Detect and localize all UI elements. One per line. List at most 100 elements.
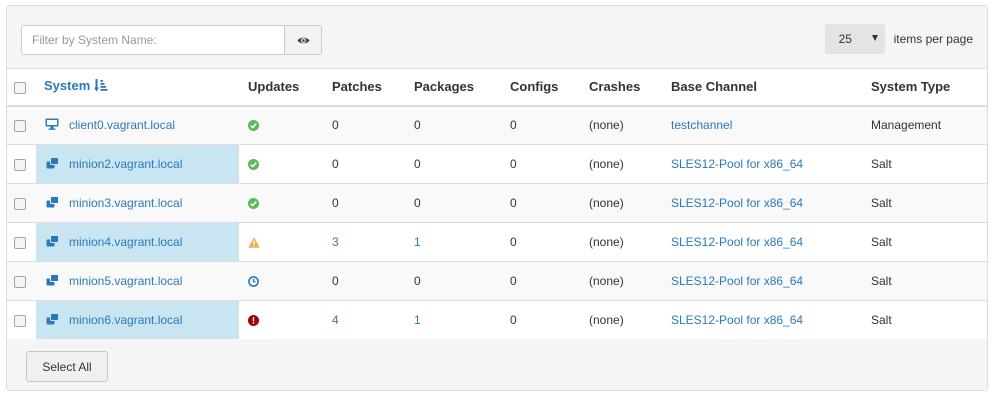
items-per-page: 25 items per page (824, 24, 973, 54)
base-channel-cell: SLES12-Pool for x86_64 (665, 145, 865, 184)
base-channel-link[interactable]: SLES12-Pool for x86_64 (671, 157, 803, 171)
base-channel-link[interactable]: SLES12-Pool for x86_64 (671, 274, 803, 288)
patches-cell: 0 (332, 157, 339, 171)
patches-cell: 3 (323, 223, 406, 262)
table-row: minion3.vagrant.local 0 0 0 (none) SLES1… (7, 183, 987, 223)
row-select-cell (7, 184, 36, 223)
select-all-button[interactable]: Select All (26, 351, 108, 382)
row-checkbox[interactable] (14, 158, 26, 171)
system-name-link[interactable]: client0.vagrant.local (69, 118, 175, 132)
system-type-cell: Salt (871, 235, 892, 249)
system-cell: minion5.vagrant.local (36, 262, 239, 301)
row-select-cell (7, 262, 36, 301)
select-all-rows-checkbox[interactable] (14, 81, 26, 94)
base-channel-cell: testchannel (665, 106, 865, 145)
desktop-icon (36, 118, 69, 133)
crashes-cell: (none) (589, 157, 624, 171)
table-footer: Select All (7, 339, 987, 390)
items-per-page-value: 25 (838, 32, 852, 46)
table-row: minion6.vagrant.local 4 1 0 (none) SLES1… (7, 300, 987, 340)
system-type-cell: Salt (871, 313, 892, 327)
table-row: minion2.vagrant.local 0 0 0 (none) SLES1… (7, 144, 987, 184)
row-checkbox[interactable] (14, 275, 26, 288)
base-channel-link[interactable]: SLES12-Pool for x86_64 (671, 235, 803, 249)
base-channel-cell: SLES12-Pool for x86_64 (665, 223, 865, 262)
system-name-link[interactable]: minion5.vagrant.local (69, 274, 182, 288)
system-cell: minion2.vagrant.local (36, 144, 239, 184)
patches-cell: 0 (332, 196, 339, 210)
row-checkbox[interactable] (14, 314, 26, 327)
system-type-cell: Salt (871, 274, 892, 288)
ok-icon (248, 158, 323, 170)
system-name-link[interactable]: minion4.vagrant.local (69, 235, 182, 249)
column-header-configs: Configs (503, 68, 582, 107)
updates-cell (239, 145, 323, 184)
table-row: minion4.vagrant.local 3 1 0 (none) SLES1… (7, 222, 987, 262)
base-channel-cell: SLES12-Pool for x86_64 (665, 184, 865, 223)
critical-icon (248, 314, 323, 326)
packages-cell: 0 (414, 274, 421, 288)
packages-link[interactable]: 1 (414, 235, 421, 249)
configs-cell: 0 (510, 157, 517, 171)
patches-cell: 4 (323, 301, 406, 340)
filter-toggle-button[interactable] (284, 25, 322, 55)
systems-table: System Updates Patches Packages Configs … (7, 68, 987, 340)
system-type-cell: Salt (871, 196, 892, 210)
crashes-cell: (none) (589, 196, 624, 210)
packages-cell: 1 (406, 223, 503, 262)
ok-icon (248, 197, 323, 209)
row-select-cell (7, 145, 36, 184)
eye-icon (297, 33, 310, 48)
base-channel-link[interactable]: SLES12-Pool for x86_64 (671, 196, 803, 210)
patches-cell: 0 (332, 274, 339, 288)
column-header-crashes: Crashes (582, 68, 665, 107)
updates-cell (239, 223, 323, 262)
column-header-base-channel: Base Channel (665, 68, 865, 107)
configs-cell: 0 (510, 196, 517, 210)
base-channel-link[interactable]: SLES12-Pool for x86_64 (671, 313, 803, 327)
ok-icon (248, 119, 323, 131)
filter-group (21, 25, 322, 55)
salt-minion-icon (36, 195, 69, 211)
salt-minion-icon (36, 273, 69, 289)
row-checkbox[interactable] (14, 120, 26, 133)
system-name-link[interactable]: minion2.vagrant.local (69, 157, 182, 171)
column-header-system-type: System Type (865, 68, 987, 107)
packages-cell: 0 (414, 118, 421, 133)
packages-cell: 0 (414, 157, 421, 171)
row-checkbox[interactable] (14, 236, 26, 249)
system-cell: minion4.vagrant.local (36, 222, 239, 262)
filter-system-name-input[interactable] (21, 25, 284, 55)
patches-cell: 0 (332, 118, 339, 133)
patches-link[interactable]: 4 (332, 313, 339, 327)
toolbar: 25 items per page (7, 6, 987, 68)
items-per-page-select[interactable]: 25 (824, 24, 885, 54)
base-channel-link[interactable]: testchannel (671, 118, 732, 132)
salt-minion-icon (36, 312, 69, 328)
crashes-cell: (none) (589, 235, 624, 249)
crashes-cell: (none) (589, 313, 624, 327)
updates-cell (239, 301, 323, 340)
table-header-row: System Updates Patches Packages Configs … (7, 68, 987, 107)
packages-link[interactable]: 1 (414, 313, 421, 327)
row-select-cell (7, 301, 36, 340)
column-header-packages: Packages (406, 68, 503, 107)
system-name-link[interactable]: minion3.vagrant.local (69, 196, 182, 210)
system-name-link[interactable]: minion6.vagrant.local (69, 313, 182, 327)
patches-link[interactable]: 3 (332, 235, 339, 249)
updates-cell (239, 184, 323, 223)
salt-minion-icon (36, 234, 69, 250)
caret-down-icon (871, 35, 878, 41)
column-header-system[interactable]: System (36, 68, 239, 107)
column-header-system-label: System (44, 78, 91, 94)
row-checkbox[interactable] (14, 197, 26, 210)
systems-panel: 25 items per page System Updates Patches… (6, 5, 988, 391)
table-row: client0.vagrant.local 0 0 0 (none) testc… (7, 105, 987, 145)
crashes-cell: (none) (589, 274, 624, 288)
updates-cell (239, 262, 323, 301)
crashes-cell: (none) (589, 118, 624, 133)
system-cell: minion3.vagrant.local (36, 184, 239, 223)
configs-cell: 0 (510, 118, 517, 133)
header-select-cell (7, 68, 36, 107)
packages-cell: 0 (414, 196, 421, 210)
